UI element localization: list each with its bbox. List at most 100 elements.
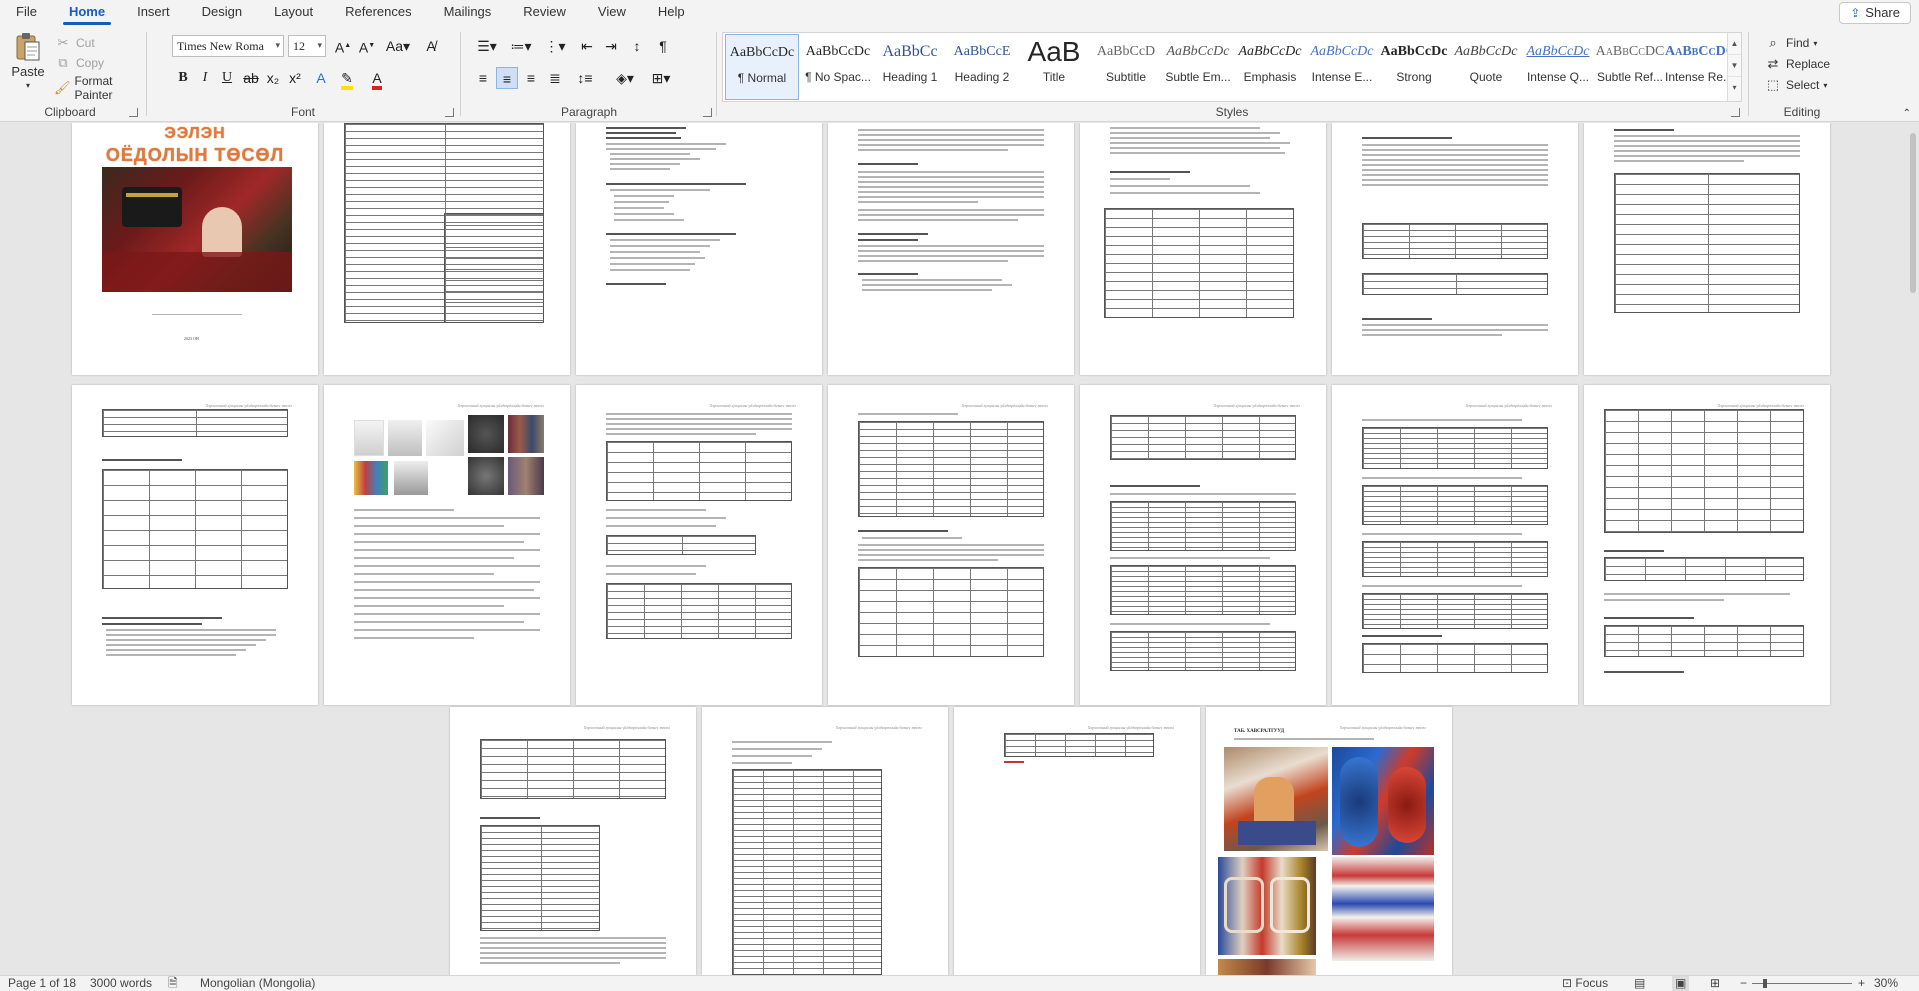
- read-mode-icon[interactable]: ▤: [1634, 976, 1645, 991]
- multilevel-list-icon[interactable]: ⋮▾: [540, 35, 570, 57]
- font-launcher[interactable]: [445, 108, 454, 117]
- text-line: [858, 196, 1044, 198]
- font-color-icon[interactable]: A: [366, 67, 388, 90]
- pilcrow-icon[interactable]: ¶: [652, 35, 674, 57]
- page-13[interactable]: Хэрэглээний хувцасны үйлдвэрлэлийн бизне…: [1332, 385, 1578, 705]
- select-button[interactable]: ⬚ Select ▾: [1764, 76, 1828, 94]
- page-5[interactable]: [1080, 123, 1326, 375]
- page-9[interactable]: Хэрэглээний хувцасны үйлдвэрлэлийн бизне…: [324, 385, 570, 705]
- format-painter-button[interactable]: 🖌 Format Painter: [54, 74, 140, 102]
- subscript-button[interactable]: x₂: [262, 67, 284, 89]
- align-left-icon[interactable]: ≡: [472, 67, 494, 89]
- text-effects-icon[interactable]: A: [310, 67, 332, 89]
- text-line: [102, 623, 202, 625]
- grow-font-icon[interactable]: A▲: [332, 35, 354, 57]
- zoom-in-button[interactable]: +: [1858, 976, 1865, 991]
- decrease-indent-icon[interactable]: ⇤: [576, 35, 598, 57]
- page-18[interactable]: Хэрэглээний хувцасны үйлдвэрлэлийн бизне…: [1206, 707, 1452, 975]
- align-right-icon[interactable]: ≡: [520, 67, 542, 89]
- page-6[interactable]: [1332, 123, 1578, 375]
- bullets-icon[interactable]: ☰▾: [472, 35, 502, 57]
- tab-review[interactable]: Review: [507, 0, 582, 26]
- tab-design[interactable]: Design: [186, 0, 258, 26]
- chevron-down-icon: ▾: [317, 41, 322, 51]
- find-label: Find: [1786, 36, 1810, 50]
- page-2[interactable]: [324, 123, 570, 375]
- document-area[interactable]: ЭЭЛЭН ОЁДОЛЫН ТӨСӨЛ 2023 ОН Хэрэглээний …: [0, 123, 1919, 975]
- page-count[interactable]: Page 1 of 18: [8, 976, 76, 991]
- scrollbar-thumb[interactable]: [1910, 133, 1916, 293]
- tab-references[interactable]: References: [329, 0, 427, 26]
- text-line: [1110, 557, 1270, 559]
- page-12[interactable]: Хэрэглээний хувцасны үйлдвэрлэлийн бизне…: [1080, 385, 1326, 705]
- page-17[interactable]: Хэрэглээний хувцасны үйлдвэрлэлийн бизне…: [954, 707, 1200, 975]
- clear-formatting-icon[interactable]: A̸: [420, 35, 442, 57]
- line-spacing-icon[interactable]: ↕≡: [570, 67, 600, 89]
- text-line: [858, 239, 918, 241]
- page-10[interactable]: Хэрэглээний хувцасны үйлдвэрлэлийн бизне…: [576, 385, 822, 705]
- tab-mailings[interactable]: Mailings: [428, 0, 508, 26]
- shading-icon[interactable]: ◈▾: [610, 67, 640, 89]
- tab-file[interactable]: File: [0, 0, 53, 26]
- cut-button[interactable]: ✂ Cut: [54, 34, 95, 52]
- page-15[interactable]: Хэрэглээний хувцасны үйлдвэрлэлийн бизне…: [450, 707, 696, 975]
- fabric-rolls-photo: [508, 415, 544, 453]
- increase-indent-icon[interactable]: ⇥: [600, 35, 622, 57]
- collapse-ribbon-icon[interactable]: ⌃: [1903, 108, 1911, 119]
- tab-view[interactable]: View: [582, 0, 642, 26]
- highlight-icon[interactable]: ✎: [336, 67, 358, 90]
- copy-button[interactable]: ⧉ Copy: [54, 54, 104, 72]
- print-layout-icon[interactable]: ▣: [1672, 976, 1690, 991]
- chevron-down-icon: ▾: [1813, 38, 1818, 48]
- page-16[interactable]: Хэрэглээний хувцасны үйлдвэрлэлийн бизне…: [702, 707, 948, 975]
- share-button[interactable]: ⇪ Share: [1839, 2, 1911, 24]
- zoom-slider-thumb[interactable]: [1763, 979, 1768, 988]
- justify-icon[interactable]: ≣: [544, 67, 566, 89]
- tab-insert[interactable]: Insert: [121, 0, 186, 26]
- strikethrough-button[interactable]: ab: [240, 67, 262, 89]
- page-3[interactable]: [576, 123, 822, 375]
- font-size-combo[interactable]: 12 ▾: [288, 35, 326, 57]
- underline-button[interactable]: U: [216, 67, 238, 89]
- shrink-font-icon[interactable]: A▼: [356, 35, 378, 57]
- italic-button[interactable]: I: [194, 67, 216, 89]
- page-8[interactable]: Хэрэглээний хувцасны үйлдвэрлэлийн бизне…: [72, 385, 318, 705]
- table: [1614, 173, 1800, 313]
- borders-icon[interactable]: ⊞▾: [646, 67, 676, 89]
- zoom-out-button[interactable]: −: [1740, 976, 1747, 991]
- numbering-icon[interactable]: ≔▾: [506, 35, 536, 57]
- tab-layout[interactable]: Layout: [258, 0, 329, 26]
- tab-help[interactable]: Help: [642, 0, 701, 26]
- focus-button[interactable]: ⊡ Focus: [1562, 976, 1608, 991]
- page-1[interactable]: ЭЭЛЭН ОЁДОЛЫН ТӨСӨЛ 2023 ОН: [72, 123, 318, 375]
- find-button[interactable]: ⌕ Find ▾: [1764, 34, 1817, 52]
- paragraph-launcher[interactable]: [703, 108, 712, 117]
- text-line: [106, 654, 236, 656]
- vertical-scrollbar[interactable]: [1907, 123, 1919, 975]
- text-line: [858, 171, 1044, 173]
- font-name-combo[interactable]: Times New Roma ▾: [172, 35, 284, 57]
- page-4[interactable]: [828, 123, 1074, 375]
- superscript-button[interactable]: x²: [284, 67, 306, 89]
- proofing-icon[interactable]: 🗎: [168, 976, 178, 991]
- page-11[interactable]: Хэрэглээний хувцасны үйлдвэрлэлийн бизне…: [828, 385, 1074, 705]
- replace-button[interactable]: ⇄ Replace: [1764, 55, 1830, 73]
- styles-launcher[interactable]: [1731, 108, 1740, 117]
- page-14[interactable]: Хэрэглээний хувцасны үйлдвэрлэлийн бизне…: [1584, 385, 1830, 705]
- text-line: [858, 413, 958, 415]
- align-center-icon[interactable]: ≡: [496, 67, 518, 89]
- sort-icon[interactable]: ↕: [626, 35, 648, 57]
- zoom-level[interactable]: 30%: [1874, 976, 1898, 991]
- paste-button[interactable]: Paste ▾: [10, 32, 46, 90]
- zoom-slider[interactable]: [1752, 979, 1852, 988]
- tab-home[interactable]: Home: [53, 0, 121, 26]
- change-case-icon[interactable]: Aa▾: [384, 35, 412, 57]
- language-indicator[interactable]: Mongolian (Mongolia): [200, 976, 315, 991]
- web-layout-icon[interactable]: ⊞: [1710, 976, 1720, 991]
- word-count[interactable]: 3000 words: [90, 976, 152, 991]
- text-line: [354, 605, 504, 607]
- clipboard-launcher[interactable]: [129, 108, 138, 117]
- page-7[interactable]: [1584, 123, 1830, 375]
- font-size-value: 12: [293, 39, 305, 53]
- bold-button[interactable]: B: [172, 67, 194, 89]
